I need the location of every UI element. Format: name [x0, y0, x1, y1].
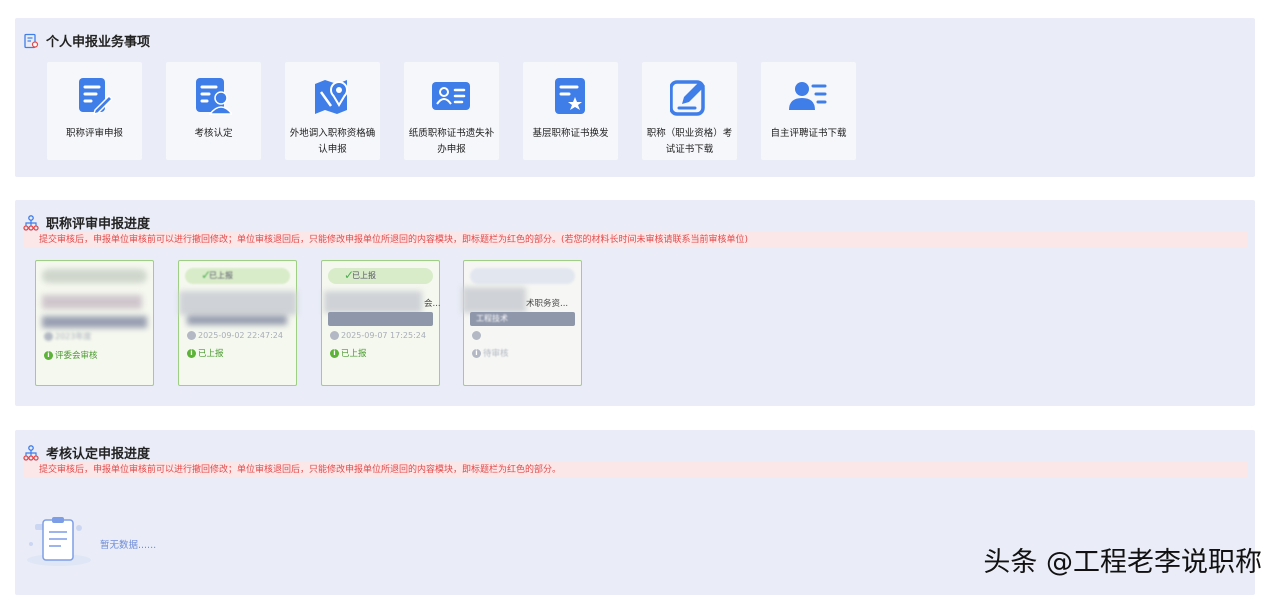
empty-data-text: 暂无数据...... — [100, 540, 157, 551]
info-icon: i — [44, 350, 53, 360]
org-chart-icon — [23, 214, 39, 231]
business-tiles: 职称评审申报 考核认定 外地调入职称资格确认申报 纸质职称证书遗失补办申报 基层… — [47, 62, 856, 160]
info-icon: i — [330, 348, 339, 358]
clock-icon — [187, 331, 196, 340]
user-list-icon — [789, 82, 827, 110]
card-name: 会... — [424, 299, 441, 309]
tile-self-evaluation-download[interactable]: 自主评聘证书下载 — [761, 62, 856, 160]
card-status: i 评委会审核 — [44, 349, 98, 361]
edit-document-icon — [79, 78, 113, 116]
card-time: 2025-09-02 22:47:24 — [187, 331, 283, 340]
redacted-content — [42, 269, 147, 283]
review-progress-panel: 职称评审申报进度 提交审核后，申报单位审核前可以进行撤回修改；单位审核退回后，只… — [15, 200, 1255, 406]
id-card-icon — [432, 82, 470, 110]
progress-card[interactable]: 2023年度 i 评委会审核 — [35, 260, 154, 386]
progress-card[interactable]: 术职务资... 工程技术 i 待审核 — [462, 260, 582, 386]
document-star-icon — [555, 78, 585, 114]
card-category-bar — [328, 312, 433, 326]
document-user-icon — [196, 78, 232, 115]
review-progress-title: 职称评审申报进度 — [46, 217, 151, 232]
tile-label: 自主评聘证书下载 — [770, 128, 847, 139]
redacted-content — [187, 315, 287, 325]
assessment-progress-header: 考核认定申报进度 — [23, 443, 150, 462]
watermark-text: 头条 @工程老李说职称 — [983, 547, 1262, 578]
org-chart-icon — [23, 444, 39, 461]
review-progress-header: 职称评审申报进度 — [23, 213, 150, 232]
personal-items-title: 个人申报业务事项 — [46, 35, 151, 50]
assessment-progress-title: 考核认定申报进度 — [46, 447, 151, 462]
check-icon: ✓ — [201, 268, 212, 282]
clock-icon — [472, 331, 481, 340]
pen-square-icon — [670, 80, 705, 116]
card-status: i 待审核 — [472, 347, 509, 359]
card-category-bar: 工程技术 — [470, 312, 575, 326]
review-notice: 提交审核后，申报单位审核前可以进行撤回修改；单位审核退回后，只能修改申报单位所退… — [23, 232, 1247, 248]
tile-title-review-apply[interactable]: 职称评审申报 — [47, 62, 142, 160]
tile-transfer-confirm[interactable]: 外地调入职称资格确认申报 — [285, 62, 380, 160]
tile-label: 职称评审申报 — [65, 128, 123, 139]
map-location-icon — [315, 80, 348, 114]
redacted-content — [324, 291, 422, 313]
card-status: i 已上报 — [330, 347, 367, 359]
tile-label: 考核认定 — [194, 128, 233, 139]
progress-card[interactable]: 已上报 ✓ 会... 2025-09-07 17:25:24 i 已上报 — [321, 260, 441, 386]
redacted-content — [42, 316, 147, 328]
card-status-pill — [470, 268, 575, 284]
clock-icon — [330, 331, 339, 340]
tile-exam-cert-download[interactable]: 职称（职业资格）考试证书下载 — [642, 62, 737, 160]
redacted-content — [179, 291, 297, 315]
check-icon: ✓ — [344, 268, 355, 282]
card-name: 术职务资... — [526, 299, 569, 309]
card-time: 2023年度 — [44, 331, 91, 342]
personal-items-header: 个人申报业务事项 — [23, 31, 150, 50]
empty-clipboard-icon — [27, 517, 91, 566]
tile-lost-certificate[interactable]: 纸质职称证书遗失补办申报 — [404, 62, 499, 160]
redacted-content — [42, 295, 142, 309]
tile-grassroots-replace[interactable]: 基层职称证书换发 — [523, 62, 618, 160]
clock-icon — [44, 332, 53, 341]
tile-label: 纸质职称证书遗失补办申报 — [408, 128, 495, 155]
card-time: 2025-09-07 17:25:24 — [330, 331, 426, 340]
tile-assessment[interactable]: 考核认定 — [166, 62, 261, 160]
tile-label: 外地调入职称资格确认申报 — [289, 128, 376, 155]
assessment-notice: 提交审核后，申报单位审核前可以进行撤回修改；单位审核退回后，只能修改申报单位所退… — [23, 462, 1247, 478]
card-status: i 已上报 — [187, 347, 224, 359]
info-icon: i — [187, 348, 196, 358]
tile-label: 基层职称证书换发 — [532, 128, 609, 139]
card-time — [472, 331, 483, 340]
personal-items-panel: 个人申报业务事项 职称评审申报 考核认定 外地调入职称资格确认申报 纸质职称证书… — [15, 18, 1255, 177]
info-icon: i — [472, 348, 481, 358]
progress-card[interactable]: 已上报 ✓ 2025-09-02 22:47:24 i 已上报 — [178, 260, 297, 386]
document-stamp-icon — [24, 33, 39, 48]
tile-label: 职称（职业资格）考试证书下载 — [646, 128, 733, 155]
redacted-content — [462, 287, 526, 313]
